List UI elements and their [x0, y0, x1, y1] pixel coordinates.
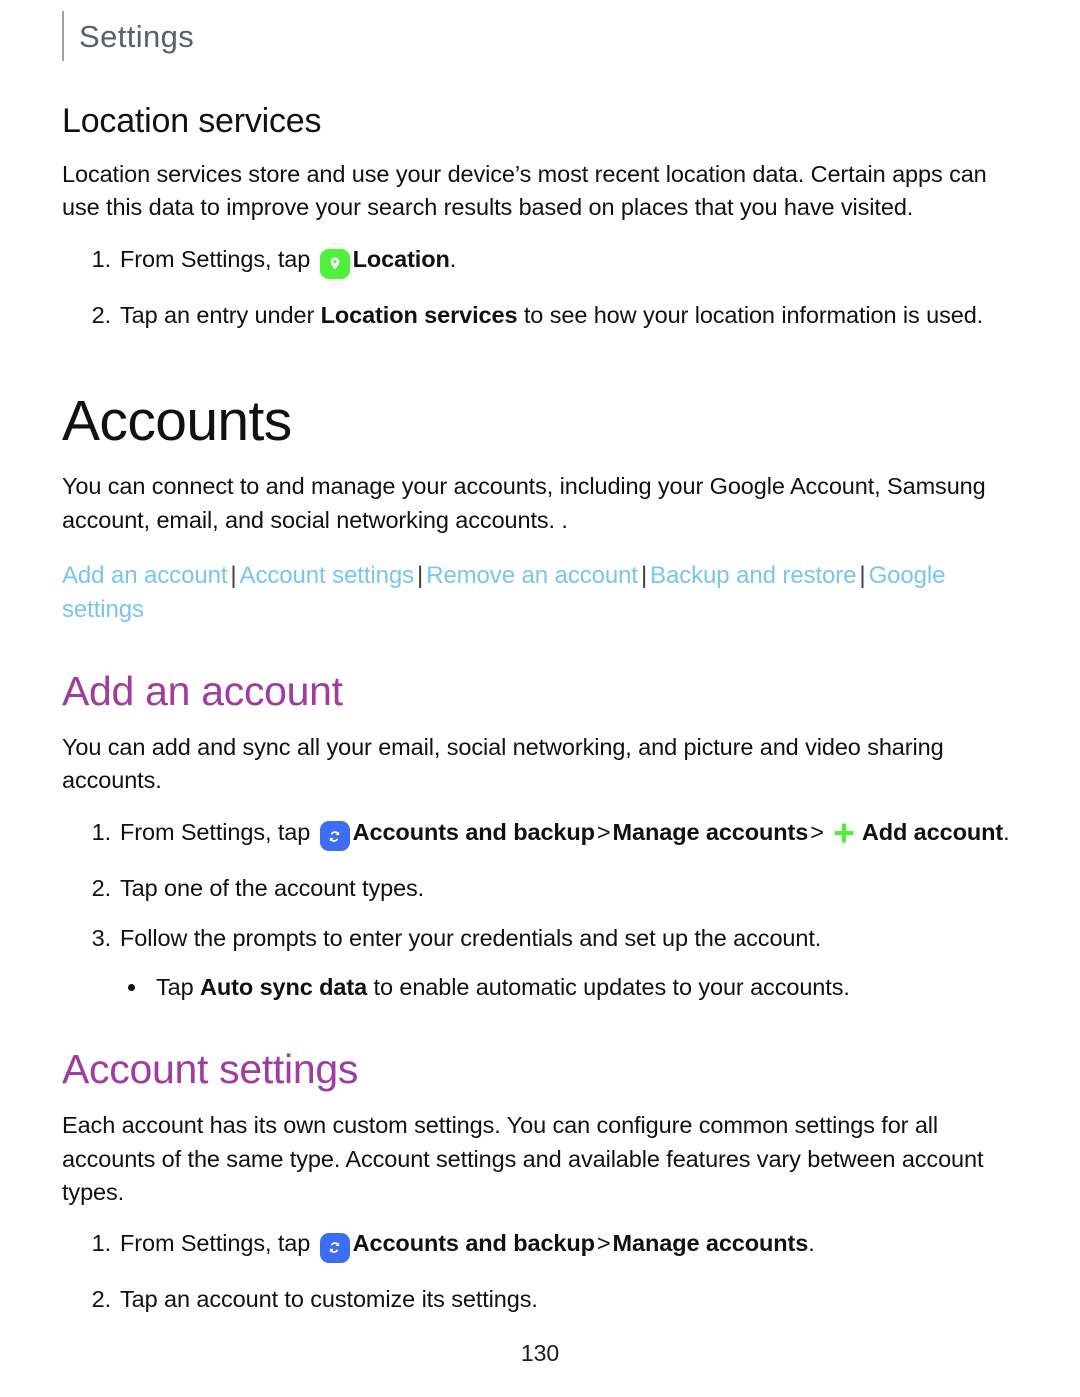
link-account-settings[interactable]: Account settings — [240, 562, 415, 589]
subbullet-bold-auto-sync-data: Auto sync data — [200, 974, 368, 1001]
add-an-account-intro: You can add and sync all your email, soc… — [62, 734, 944, 794]
step-bold-manage-accounts: Manage accounts — [612, 818, 809, 845]
account-settings-steps: 1. From Settings, tap Accounts and backu… — [62, 1227, 1018, 1317]
accounts-chapter-intro: You can connect to and manage your accou… — [62, 473, 986, 533]
section-links: Add an account | Account settings | Remove a… — [62, 559, 1018, 627]
step-text: Follow the prompts to enter your credent… — [120, 924, 822, 951]
plus-icon — [829, 818, 859, 856]
step-text-suffix: . — [808, 1230, 815, 1257]
step-text-prefix: From Settings, tap — [120, 1230, 317, 1257]
manual-page: Settings Location services Location serv… — [0, 0, 1080, 1397]
accounts-chapter-heading: Accounts — [62, 389, 292, 454]
step-text-suffix: . — [449, 245, 457, 272]
subbullet-text-suffix: to enable automatic updates to your acco… — [367, 974, 850, 1001]
step-number: 2. — [91, 874, 112, 901]
add-an-account-steps: 1. From Settings, tap Accounts and backu… — [62, 816, 1018, 1005]
step-text-prefix: From Settings, tap — [120, 245, 317, 272]
running-header-title: Settings — [79, 18, 195, 54]
list-item: 1. From Settings, tap Accounts and backu… — [62, 1227, 1018, 1267]
sync-accounts-icon — [319, 1232, 350, 1267]
step-number: 2. — [91, 301, 112, 328]
step-text-prefix: Tap an entry under — [120, 301, 321, 328]
step-text-suffix: . — [1003, 818, 1010, 845]
account-settings-heading: Account settings — [62, 1046, 359, 1093]
step-text-suffix: to see how your location information is … — [517, 301, 984, 328]
breadcrumb-chevron: > — [810, 818, 824, 845]
list-item: Tap Auto sync data to enable automatic u… — [120, 971, 1018, 1005]
step-number: 2. — [91, 1286, 112, 1313]
list-item: 2. Tap one of the account types. — [62, 872, 1018, 906]
add-an-account-heading: Add an account — [62, 668, 343, 715]
location-services-intro: Location services store and use your dev… — [62, 161, 987, 221]
step-bold-manage-accounts: Manage accounts — [612, 1230, 809, 1257]
step-text: Tap one of the account types. — [120, 874, 425, 901]
step-text: Tap an account to customize its settings… — [120, 1286, 538, 1313]
list-item: 1. From Settings, tap Location. — [62, 243, 1018, 283]
link-separator: | — [417, 561, 424, 589]
breadcrumb-chevron: > — [596, 818, 611, 845]
list-item: 2. Tap an entry under Location services … — [62, 299, 1018, 333]
list-item: 1. From Settings, tap Accounts and backu… — [62, 816, 1018, 856]
link-separator: | — [640, 561, 648, 589]
step-number: 1. — [91, 245, 112, 272]
header-divider-rule — [62, 11, 64, 61]
step-bold-location: Location — [352, 245, 450, 272]
step-number: 1. — [91, 1230, 112, 1257]
location-pin-icon — [319, 248, 350, 283]
breadcrumb-chevron: > — [596, 1230, 611, 1257]
sync-accounts-icon — [319, 821, 350, 855]
link-separator: | — [230, 561, 237, 589]
step-number: 1. — [91, 818, 112, 845]
step-bold-accounts-and-backup: Accounts and backup — [352, 818, 595, 845]
step-text-prefix: From Settings, tap — [120, 818, 317, 845]
list-item: 3. Follow the prompts to enter your cred… — [62, 922, 1018, 1006]
link-separator: | — [859, 561, 866, 589]
link-backup-and-restore[interactable]: Backup and restore — [650, 562, 856, 589]
page-number: 130 — [520, 1340, 560, 1366]
running-header: Settings — [62, 0, 1018, 62]
account-settings-intro: Each account has its own custom settings… — [62, 1112, 984, 1205]
step-bold-add-account: Add account — [861, 818, 1004, 845]
step-bold-accounts-and-backup: Accounts and backup — [352, 1230, 595, 1257]
step-subbullets: Tap Auto sync data to enable automatic u… — [120, 971, 1018, 1005]
step-bold-location-services: Location services — [320, 301, 518, 328]
list-item: 2. Tap an account to customize its setti… — [62, 1283, 1018, 1317]
subbullet-text-prefix: Tap — [156, 974, 201, 1001]
link-add-an-account[interactable]: Add an account — [62, 562, 228, 589]
location-services-heading: Location services — [62, 102, 322, 140]
step-number: 3. — [91, 924, 112, 951]
bullet-dot-icon — [128, 984, 135, 992]
link-remove-an-account[interactable]: Remove an account — [426, 562, 638, 589]
location-services-steps: 1. From Settings, tap Location. 2. Tap a… — [62, 243, 1018, 333]
